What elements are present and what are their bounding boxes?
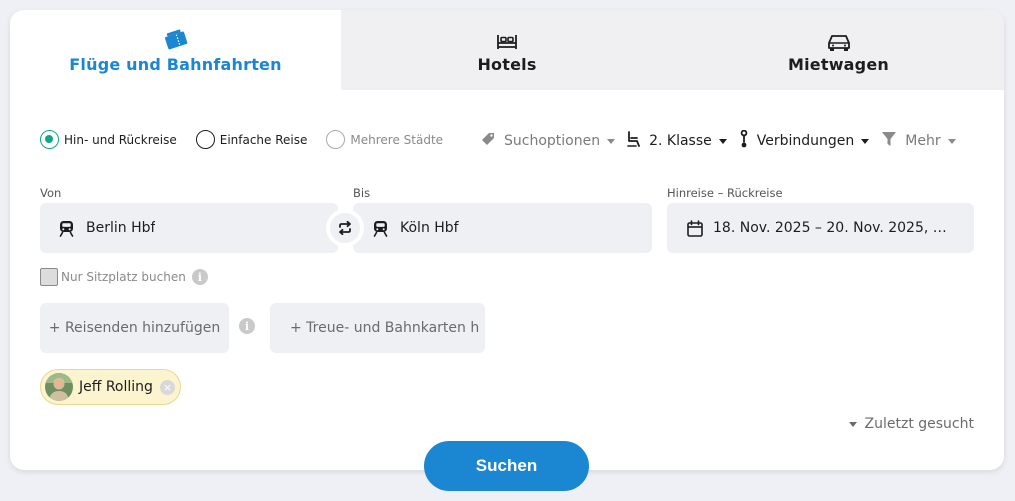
loyalty-cards-button[interactable]: + Treue- und Bahnkarten h <box>270 303 485 353</box>
tab-flights-trains-label: Flüge und Bahnfahrten <box>69 54 282 74</box>
radio-multi-city[interactable]: Mehrere Städte <box>326 130 443 149</box>
class-dropdown[interactable]: 2. Klasse <box>627 131 727 151</box>
search-button[interactable]: Suchen <box>424 441 589 491</box>
recent-searches-toggle[interactable]: Zuletzt gesucht <box>848 416 974 432</box>
ticket-icon <box>163 27 189 51</box>
filter-icon <box>881 131 897 151</box>
more-filters-dropdown[interactable]: Mehr <box>881 131 956 151</box>
train-icon <box>372 220 389 237</box>
tab-rental-cars-label: Mietwagen <box>788 54 889 74</box>
swap-locations-button[interactable] <box>326 209 364 247</box>
connections-dropdown[interactable]: Verbindungen <box>739 129 870 152</box>
tab-rental-cars[interactable]: Mietwagen <box>673 10 1004 90</box>
seat-only-box[interactable] <box>40 268 58 286</box>
radio-one-way-circle[interactable] <box>195 130 215 149</box>
chevron-down-icon <box>861 138 870 144</box>
tab-bar: Flüge und Bahnfahrten Hotels Mietwagen <box>10 10 1004 90</box>
search-card: Flüge und Bahnfahrten Hotels Mietwagen H… <box>10 10 1004 470</box>
to-label: Bis <box>353 186 371 200</box>
from-label: Von <box>40 186 62 200</box>
to-value: Köln Hbf <box>400 220 459 236</box>
chevron-down-icon <box>848 421 857 427</box>
tab-flights-trains[interactable]: Flüge und Bahnfahrten <box>10 10 341 90</box>
search-options-label: Suchoptionen <box>504 133 601 149</box>
radio-round-trip-label: Hin- und Rückreise <box>64 132 177 147</box>
close-icon[interactable]: × <box>159 379 175 395</box>
chevron-down-icon <box>718 138 727 144</box>
dates-label: Hinreise – Rückreise <box>667 186 783 200</box>
info-icon[interactable]: i <box>191 269 208 285</box>
from-field[interactable]: Berlin Hbf <box>40 203 338 253</box>
seat-only-checkbox[interactable]: Nur Sitzplatz buchen i <box>40 268 208 286</box>
dates-value: 18. Nov. 2025 – 20. Nov. 2025, Abr... <box>713 220 952 236</box>
tag-icon <box>480 131 496 151</box>
tab-hotels[interactable]: Hotels <box>341 10 673 90</box>
loyalty-cards-label: + Treue- und Bahnkarten h <box>290 320 480 336</box>
search-options-dropdown[interactable]: Suchoptionen <box>480 131 616 151</box>
connections-icon <box>739 129 749 152</box>
recent-searches-label: Zuletzt gesucht <box>864 416 974 432</box>
bed-icon <box>495 27 519 51</box>
calendar-icon <box>687 219 703 237</box>
search-options-bar: Suchoptionen 2. Klasse Verbindungen Mehr <box>480 129 968 152</box>
seat-only-label: Nur Sitzplatz buchen <box>61 270 186 284</box>
chevron-down-icon <box>947 138 956 144</box>
radio-one-way-label: Einfache Reise <box>219 132 308 147</box>
to-field[interactable]: Köln Hbf <box>353 203 652 253</box>
radio-round-trip[interactable]: Hin- und Rückreise <box>40 130 177 149</box>
add-travelers-label: + Reisenden hinzufügen <box>48 320 221 336</box>
tab-hotels-label: Hotels <box>477 54 537 74</box>
dates-field[interactable]: 18. Nov. 2025 – 20. Nov. 2025, Abr... <box>667 203 974 253</box>
seat-icon <box>627 131 641 151</box>
train-icon <box>58 220 75 237</box>
radio-round-trip-circle[interactable] <box>40 130 59 149</box>
radio-multi-city-circle[interactable] <box>326 130 346 149</box>
chevron-down-icon <box>607 138 616 144</box>
trip-type-group: Hin- und Rückreise Einfache Reise Mehrer… <box>40 130 462 149</box>
more-filters-label: Mehr <box>905 133 941 149</box>
avatar <box>45 373 73 401</box>
traveler-name: Jeff Rolling <box>79 379 153 395</box>
swap-icon <box>330 213 360 243</box>
class-label: 2. Klasse <box>649 133 712 149</box>
from-value: Berlin Hbf <box>86 220 156 236</box>
add-travelers-button[interactable]: + Reisenden hinzufügen <box>40 303 229 353</box>
radio-one-way[interactable]: Einfache Reise <box>195 130 308 149</box>
car-icon <box>826 27 852 51</box>
connections-label: Verbindungen <box>756 133 855 149</box>
info-icon[interactable]: i <box>239 318 255 334</box>
radio-multi-city-label: Mehrere Städte <box>350 132 444 147</box>
traveler-chip[interactable]: Jeff Rolling × <box>40 369 181 405</box>
